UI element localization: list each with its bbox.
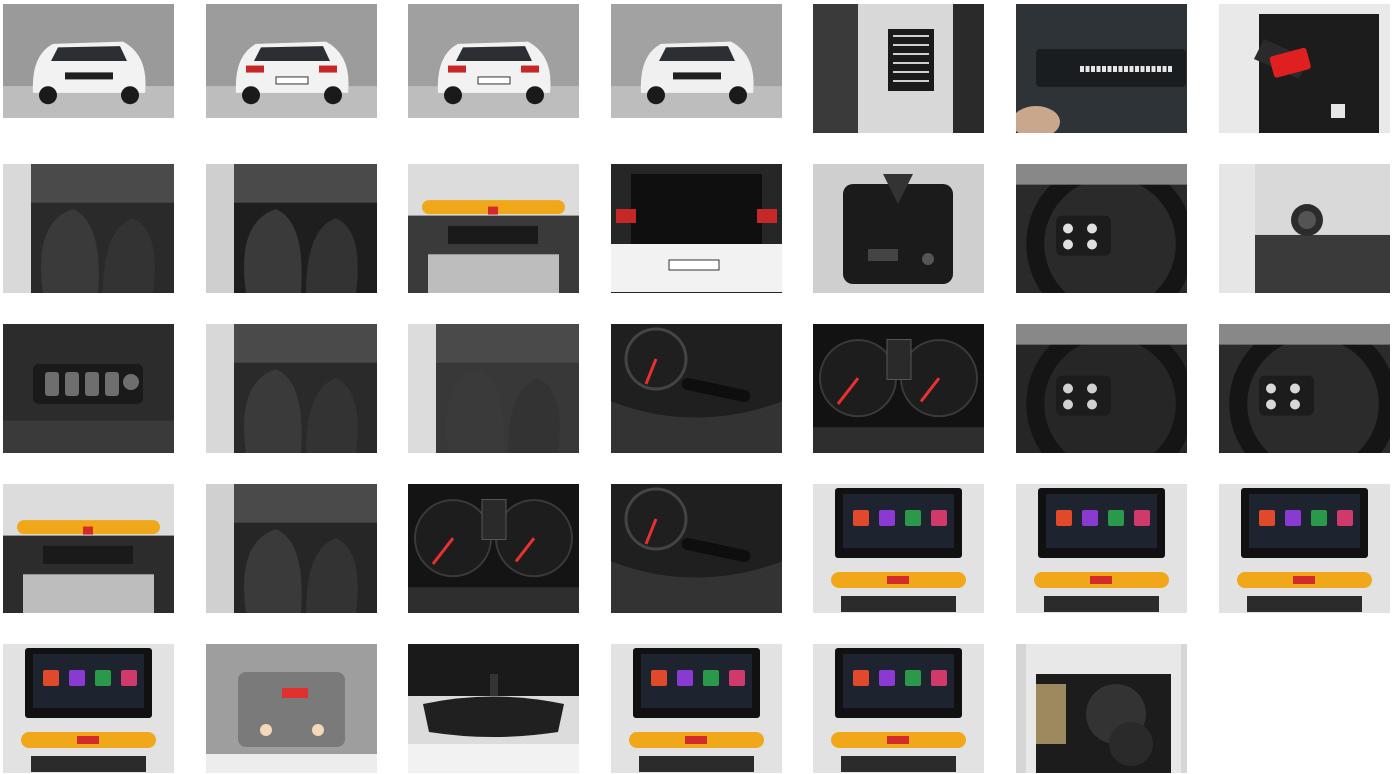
photo-thumbnail-instrument-cluster[interactable] <box>813 324 985 453</box>
photo-thumbnail-light-switch[interactable] <box>1218 164 1390 293</box>
photo-image-infotainment-screen-4 <box>3 644 174 773</box>
photo-thumbnail-steering-wheel-right-buttons[interactable] <box>1218 324 1390 453</box>
photo-thumbnail-dashboard-overview[interactable] <box>408 164 580 293</box>
photo-image-speedometer-and-tachometer <box>408 484 580 613</box>
photo-thumbnail-exterior-rear-three-quarter[interactable] <box>205 4 377 118</box>
photo-thumbnail-steering-wheel-buttons[interactable] <box>1016 164 1187 293</box>
photo-image-indicator-stalk <box>610 484 782 613</box>
photo-image-gear-shifter <box>205 484 377 613</box>
photo-thumbnail-infotainment-screen-4[interactable] <box>3 644 174 773</box>
photo-image-infotainment-apps <box>813 644 985 773</box>
photo-thumbnail-open-trunk[interactable] <box>610 164 782 293</box>
photo-image-instrument-cluster <box>813 324 985 453</box>
photo-image-exterior-rear-three-quarter <box>205 4 377 118</box>
photo-thumbnail-infotainment-apps[interactable] <box>813 644 985 773</box>
photo-thumbnail-door-pillar-label[interactable] <box>813 4 985 133</box>
photo-thumbnail-roof-console-lights[interactable] <box>205 644 377 773</box>
photo-thumbnail-vin-plate[interactable] <box>1016 4 1187 133</box>
photo-image-steering-wheel-buttons <box>1016 164 1187 293</box>
photo-thumbnail-exterior-front-side[interactable] <box>610 4 782 118</box>
photo-thumbnail-infotainment-screen-1[interactable] <box>813 484 985 613</box>
photo-image-infotainment-menu <box>610 644 782 773</box>
photo-image-roof-console-lights <box>205 644 377 773</box>
photo-image-keys-and-manual <box>1218 4 1390 133</box>
photo-thumbnail-speedometer-and-tachometer[interactable] <box>408 484 580 613</box>
photo-image-front-seats-side-view <box>205 324 377 453</box>
photo-image-spare-wheel-well <box>813 164 985 293</box>
photo-thumbnail-keys-and-manual[interactable] <box>1218 4 1390 133</box>
photo-thumbnail-rear-view-mirror[interactable] <box>408 644 580 773</box>
photo-image-climate-controls <box>3 484 174 613</box>
photo-thumbnail-front-cabin-driver-door[interactable] <box>3 164 174 293</box>
photo-image-light-switch <box>1218 164 1390 293</box>
photo-thumbnail-spare-wheel-well[interactable] <box>813 164 985 293</box>
photo-image-infotainment-screen-1 <box>813 484 985 613</box>
photo-image-exterior-front-three-quarter <box>3 4 174 118</box>
photo-thumbnail-front-seats-side-view[interactable] <box>205 324 377 453</box>
photo-image-rear-view-mirror <box>408 644 580 773</box>
photo-image-infotainment-screen-2 <box>1016 484 1187 613</box>
photo-thumbnail-infotainment-menu[interactable] <box>610 644 782 773</box>
photo-image-dashboard-overview <box>408 164 580 293</box>
photo-image-trunk-with-spare-tires <box>1016 644 1187 773</box>
photo-image-exterior-rear <box>408 4 580 118</box>
photo-thumbnail-indicator-stalk[interactable] <box>610 484 782 613</box>
photo-image-front-cabin-driver-door <box>3 164 174 293</box>
photo-image-infotainment-screen-3 <box>1218 484 1390 613</box>
photo-thumbnail-exterior-rear[interactable] <box>408 4 580 118</box>
photo-thumbnail-trunk-with-spare-tires[interactable] <box>1016 644 1187 773</box>
photo-thumbnail-driver-door-open[interactable] <box>408 324 580 453</box>
photo-thumbnail-infotainment-screen-2[interactable] <box>1016 484 1187 613</box>
photo-thumbnail-wiper-stalk[interactable] <box>610 324 782 453</box>
photo-image-vin-plate <box>1016 4 1187 133</box>
photo-image-driver-door-open <box>408 324 580 453</box>
photo-image-window-controls <box>3 324 174 453</box>
photo-image-steering-wheel-front <box>1016 324 1187 453</box>
photo-image-steering-wheel-right-buttons <box>1218 324 1390 453</box>
photo-image-exterior-front-side <box>610 4 782 118</box>
photo-image-rear-seats-door-open <box>205 164 377 293</box>
photo-thumbnail-climate-controls[interactable] <box>3 484 174 613</box>
photo-image-open-trunk <box>610 164 782 293</box>
photo-thumbnail-gear-shifter[interactable] <box>205 484 377 613</box>
photo-image-wiper-stalk <box>610 324 782 453</box>
photo-thumbnail-window-controls[interactable] <box>3 324 174 453</box>
photo-image-door-pillar-label <box>813 4 985 133</box>
photo-thumbnail-exterior-front-three-quarter[interactable] <box>3 4 174 118</box>
photo-thumbnail-steering-wheel-front[interactable] <box>1016 324 1187 453</box>
photo-thumbnail-infotainment-screen-3[interactable] <box>1218 484 1390 613</box>
photo-gallery <box>3 4 1391 774</box>
photo-thumbnail-rear-seats-door-open[interactable] <box>205 164 377 293</box>
